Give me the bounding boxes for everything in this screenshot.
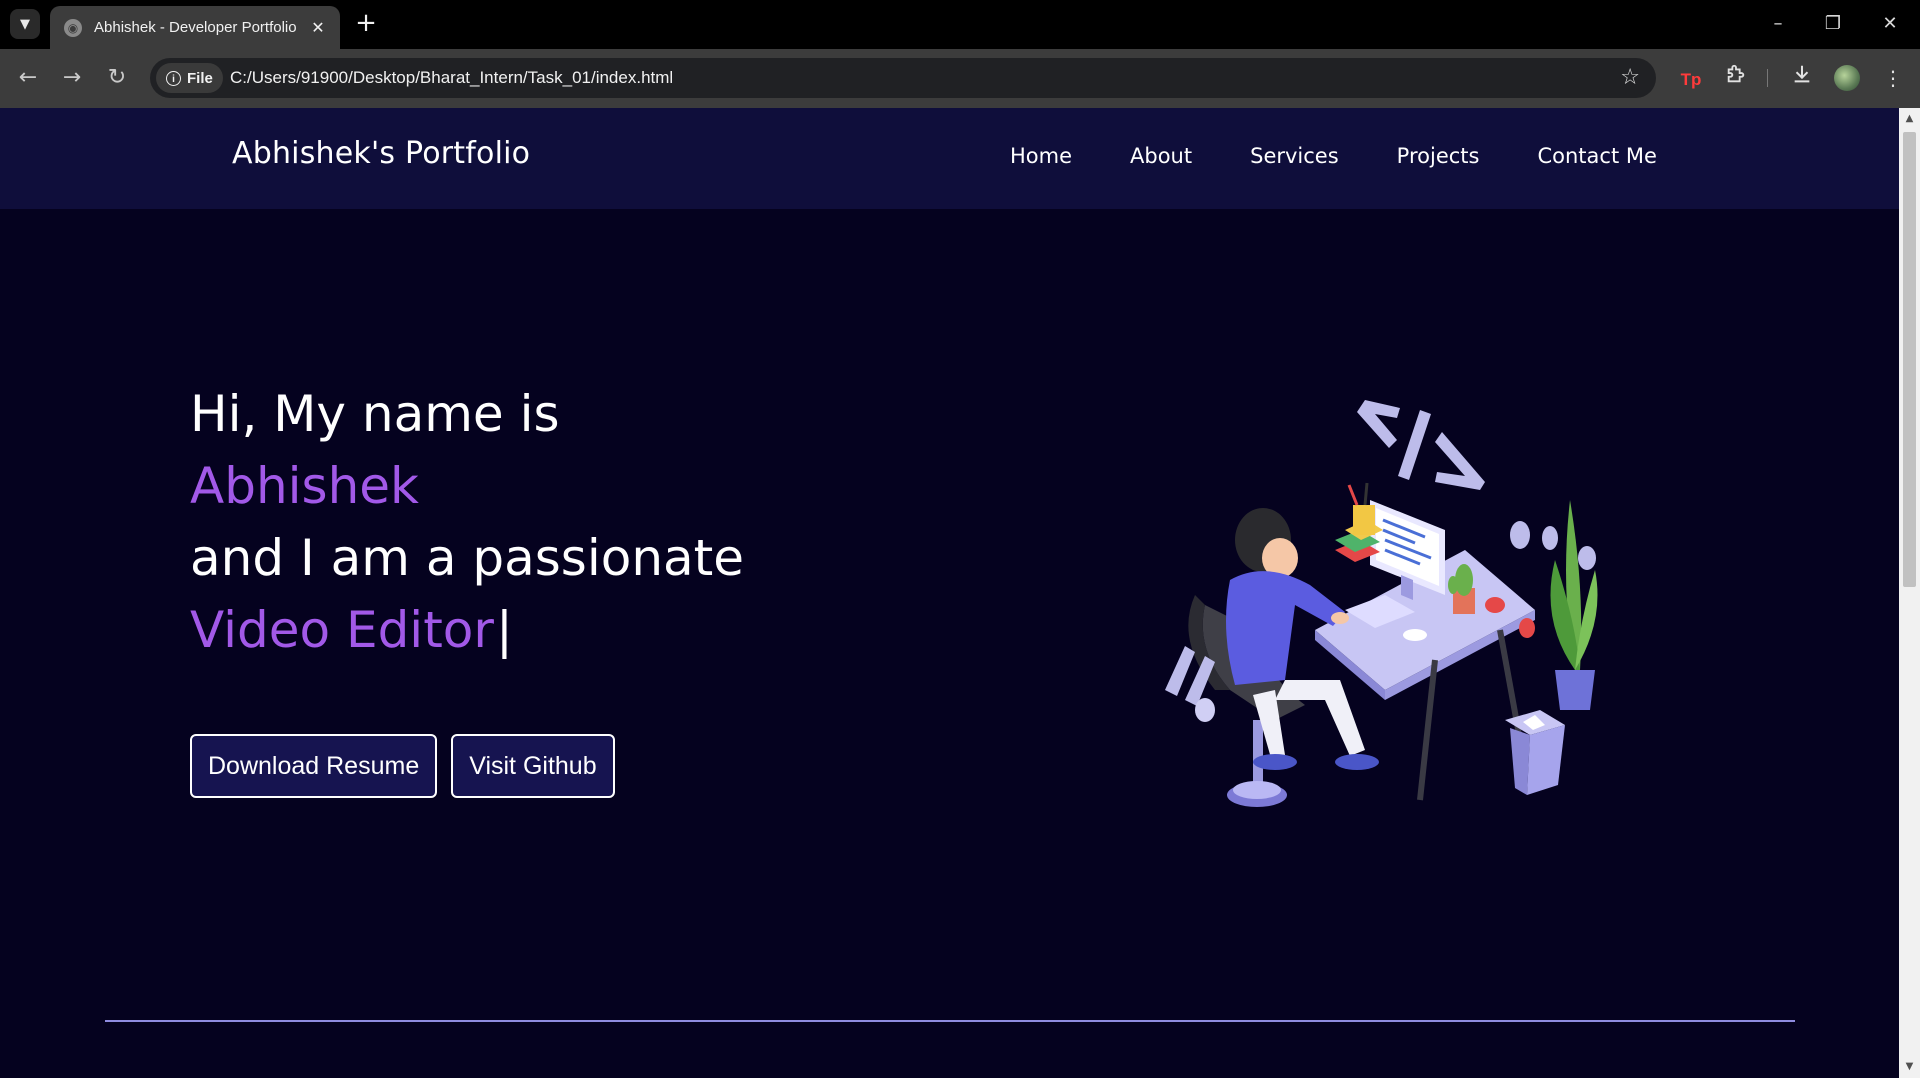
page-viewport: Abhishek's Portfolio Home About Services… <box>0 108 1899 1078</box>
bookmark-star-icon[interactable]: ☆ <box>1620 58 1640 98</box>
new-tab-icon[interactable]: + <box>352 10 380 38</box>
reload-icon[interactable]: ↻ <box>101 62 133 94</box>
monitor-icon <box>1370 500 1445 600</box>
download-icon[interactable] <box>1787 63 1817 93</box>
typing-cursor: | <box>495 601 513 659</box>
page-scrollbar[interactable]: ▲ ▼ <box>1899 108 1920 1078</box>
scroll-thumb[interactable] <box>1903 132 1916 587</box>
extension-tp-icon[interactable]: Tp <box>1676 63 1706 93</box>
site-navbar: Abhishek's Portfolio Home About Services… <box>0 108 1899 209</box>
minimize-icon[interactable]: – <box>1758 8 1798 40</box>
download-arrow-icon <box>1794 65 1810 83</box>
hero-passion: and I am a passionate <box>190 529 745 587</box>
hero-role: Video Editor <box>190 601 494 659</box>
info-icon: i <box>166 70 181 86</box>
nav-link-home[interactable]: Home <box>1010 144 1072 168</box>
download-resume-button[interactable]: Download Resume <box>190 734 438 798</box>
brand-title[interactable]: Abhishek's Portfolio <box>232 136 530 171</box>
scroll-down-icon[interactable]: ▼ <box>1899 1058 1920 1076</box>
hero-buttons: Download Resume Visit Github <box>190 734 615 798</box>
extensions-puzzle-icon[interactable] <box>1721 63 1751 93</box>
site-info-chip[interactable]: i File <box>156 63 223 93</box>
browser-tab-active[interactable]: ◉ Abhishek - Developer Portfolio ✕ <box>50 6 340 49</box>
puzzle-icon <box>1727 64 1745 83</box>
restore-icon[interactable]: ❐ <box>1813 8 1853 40</box>
developer-illustration <box>1165 400 1598 807</box>
address-bar[interactable]: i File C:/Users/91900/Desktop/Bharat_Int… <box>150 58 1656 98</box>
forward-icon[interactable]: → <box>56 62 88 94</box>
hero-role-line: Video Editor| <box>190 594 744 666</box>
nav-link-about[interactable]: About <box>1130 144 1192 168</box>
menu-kebab-icon[interactable]: ⋮ <box>1878 63 1908 93</box>
site-info-label: File <box>187 69 213 87</box>
close-tab-icon[interactable]: ✕ <box>308 18 328 37</box>
tab-search-icon[interactable]: ▼ <box>10 9 40 39</box>
browser-toolbar: ← → ↻ i File C:/Users/91900/Desktop/Bhar… <box>0 49 1920 109</box>
nav-link-contact[interactable]: Contact Me <box>1537 144 1656 168</box>
nav-link-projects[interactable]: Projects <box>1397 144 1480 168</box>
toolbar-separator <box>1767 69 1768 87</box>
section-divider <box>105 1020 1795 1022</box>
trash-bin-icon <box>1505 710 1565 795</box>
close-window-icon[interactable]: ✕ <box>1870 8 1910 40</box>
browser-window: ▼ ◉ Abhishek - Developer Portfolio ✕ + –… <box>0 0 1920 1078</box>
hero-name: Abhishek <box>190 457 419 515</box>
globe-icon: ◉ <box>64 18 82 37</box>
profile-avatar[interactable] <box>1834 65 1860 91</box>
hero-heading: Hi, My name is Abhishek and I am a passi… <box>190 378 744 666</box>
tab-title: Abhishek - Developer Portfolio <box>94 19 297 36</box>
nav-link-services[interactable]: Services <box>1250 144 1339 168</box>
tab-strip: ▼ ◉ Abhishek - Developer Portfolio ✕ + –… <box>0 0 1920 49</box>
scroll-up-icon[interactable]: ▲ <box>1899 110 1920 128</box>
back-icon[interactable]: ← <box>12 62 44 94</box>
code-symbol-icon <box>1357 400 1485 490</box>
url-text[interactable]: C:/Users/91900/Desktop/Bharat_Intern/Tas… <box>230 58 673 98</box>
hero-intro: Hi, My name is <box>190 385 560 443</box>
visit-github-button[interactable]: Visit Github <box>451 734 615 798</box>
nav-links: Home About Services Projects Contact Me <box>1010 144 1657 168</box>
